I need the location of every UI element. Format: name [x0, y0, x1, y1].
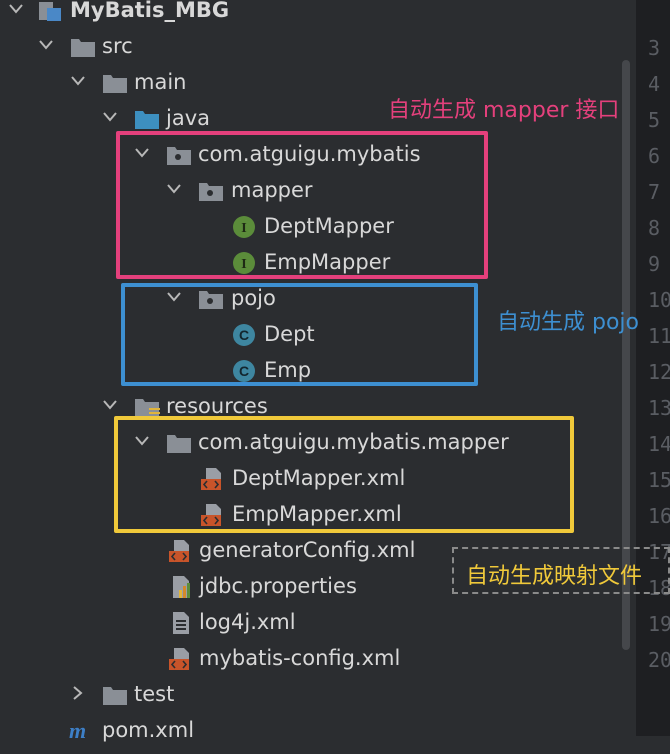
tree-item-label: mybatis-config.xml	[199, 646, 401, 670]
line-number: 9	[648, 252, 661, 276]
chevron-down-icon[interactable]	[70, 64, 86, 100]
xml-file-icon	[168, 646, 192, 670]
chevron-down-icon[interactable]	[8, 0, 24, 28]
chevron-right-icon[interactable]	[70, 676, 86, 712]
tree-item-label: jdbc.properties	[199, 574, 357, 598]
tree-item-label: generatorConfig.xml	[199, 538, 416, 562]
line-number: 10	[648, 288, 670, 312]
tree-item-label: test	[134, 682, 175, 706]
tree-item-label: pom.xml	[102, 718, 195, 742]
line-number: 8	[648, 216, 661, 240]
line-number: 13	[648, 396, 670, 420]
line-number: 11	[648, 324, 670, 348]
xml-note: 自动生成映射文件	[466, 564, 643, 589]
chevron-down-icon[interactable]	[38, 28, 54, 64]
line-number: 6	[648, 144, 661, 168]
line-number: 20	[648, 648, 670, 672]
line-number: 3	[648, 36, 661, 60]
source-folder-icon	[134, 106, 159, 130]
resources-folder-icon	[134, 394, 160, 418]
maven-icon: m	[68, 718, 98, 743]
tree-item-src[interactable]: src	[0, 28, 618, 64]
text-file-icon	[170, 610, 194, 634]
svg-text:m: m	[69, 719, 86, 743]
folder-icon	[102, 682, 127, 706]
tree-item-label: MyBatis_MBG	[70, 0, 230, 22]
tree-item-label: log4j.xml	[199, 610, 296, 634]
line-number: 19	[648, 612, 670, 636]
folder-icon	[70, 34, 95, 58]
line-number: 5	[648, 108, 661, 132]
tree-item-label: main	[134, 70, 187, 94]
folder-icon	[102, 70, 127, 94]
tree-item-mybatis-config[interactable]: mybatis-config.xml	[0, 640, 618, 676]
mapper-highlight-box	[116, 131, 488, 279]
tree-item-log4j[interactable]: log4j.xml	[0, 604, 618, 640]
project-folder-icon	[38, 0, 62, 22]
line-number: 15	[648, 468, 670, 492]
line-number: 12	[648, 360, 670, 384]
xml-file-icon	[168, 538, 192, 562]
pojo-highlight-box	[121, 283, 478, 386]
line-number: 14	[648, 432, 670, 456]
mapper-note: 自动生成 mapper 接口	[388, 98, 620, 123]
tree-item-label: src	[102, 34, 133, 58]
properties-file-icon	[170, 574, 194, 598]
line-number: 16	[648, 504, 670, 528]
tree-item-test[interactable]: test	[0, 676, 618, 712]
tree-item-pom[interactable]: m pom.xml	[0, 712, 618, 748]
pojo-note: 自动生成 pojo	[497, 310, 639, 335]
xml-highlight-box	[114, 416, 574, 533]
tree-item-project[interactable]: MyBatis_MBG	[0, 0, 618, 28]
line-number: 4	[648, 72, 661, 96]
line-number: 7	[648, 180, 661, 204]
